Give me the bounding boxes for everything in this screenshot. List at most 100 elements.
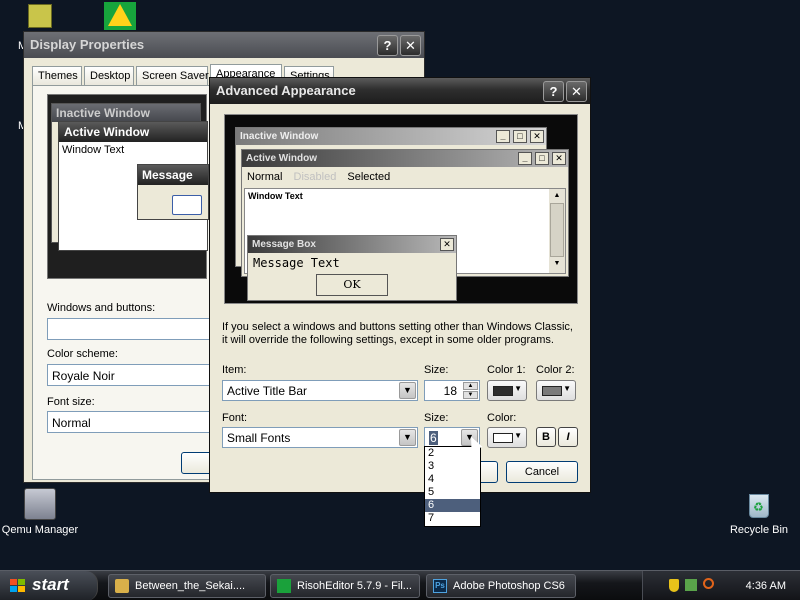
color2-picker[interactable]: ▼ xyxy=(536,380,576,401)
italic-button[interactable]: I xyxy=(558,427,578,447)
chevron-down-icon[interactable]: ▼ xyxy=(399,382,416,399)
color-scheme-select[interactable]: Royale Noir xyxy=(47,364,217,386)
desktop-icon-qemu[interactable]: Qemu Manager xyxy=(0,488,80,536)
windows-buttons-select[interactable] xyxy=(47,318,217,340)
desktop-icon-label: Qemu Manager xyxy=(1,524,79,536)
font-select[interactable]: Small Fonts ▼ xyxy=(222,427,418,448)
chevron-down-icon: ▼ xyxy=(514,384,522,393)
preview-scrollbar: ▲ ▼ xyxy=(549,189,565,273)
preview-window-text: Window Text xyxy=(62,144,125,156)
taskbar-button-risoheditor[interactable]: RisohEditor 5.7.9 - Fil... xyxy=(270,574,420,598)
window-title: Display Properties xyxy=(30,37,145,52)
desktop-icon-label: Recycle Bin xyxy=(729,524,789,536)
preview-inactive-title: Inactive Window _ □ ✕ xyxy=(236,128,546,145)
preview-active-title: Active Window xyxy=(59,122,207,142)
info-text-line2: it will override the following settings,… xyxy=(222,334,554,346)
color-swatch xyxy=(493,433,513,443)
tab-screen-saver[interactable]: Screen Saver xyxy=(136,66,209,86)
close-button[interactable]: ✕ xyxy=(566,81,587,102)
search-icon[interactable] xyxy=(703,578,714,589)
taskbar-button-between[interactable]: Between_the_Sekai.... xyxy=(108,574,266,598)
advanced-appearance-titlebar[interactable]: Advanced Appearance ? ✕ xyxy=(210,78,590,104)
security-shield-icon[interactable] xyxy=(669,579,679,592)
photoshop-icon: Ps xyxy=(433,579,447,593)
close-icon: ✕ xyxy=(440,238,454,251)
item-label: Item: xyxy=(222,364,247,376)
font-label: Font: xyxy=(222,412,248,424)
chevron-down-icon: ▼ xyxy=(563,384,571,393)
display-properties-titlebar[interactable]: Display Properties ? ✕ xyxy=(24,32,424,58)
dropdown-option[interactable]: 4 xyxy=(425,473,480,486)
taskbar-button-label: RisohEditor 5.7.9 - Fil... xyxy=(297,580,412,592)
preview-menu-bar: Normal Disabled Selected xyxy=(242,167,568,187)
font-size-select[interactable]: Normal xyxy=(47,411,217,433)
preview-menu-normal: Normal xyxy=(247,171,283,183)
windows-buttons-label: Windows and buttons: xyxy=(47,302,156,314)
scroll-thumb xyxy=(550,203,564,257)
start-label: start xyxy=(32,575,69,594)
item-value: Active Title Bar xyxy=(227,384,308,398)
taskbar-button-photoshop[interactable]: Ps Adobe Photoshop CS6 xyxy=(426,574,576,598)
color-swatch xyxy=(542,386,562,396)
close-button[interactable]: ✕ xyxy=(400,35,421,56)
network-icon[interactable] xyxy=(685,579,697,591)
close-icon: ✕ xyxy=(530,130,544,143)
font-value: Small Fonts xyxy=(227,431,291,445)
font-color-picker[interactable]: ▼ xyxy=(487,427,527,448)
preview-msgbox-title: Message Box ✕ xyxy=(248,236,456,253)
font-size-label: Size: xyxy=(424,412,449,424)
taskbar-button-label: Between_the_Sekai.... xyxy=(135,580,246,592)
appearance-preview: Inactive Window Active Window Window Tex… xyxy=(47,94,209,279)
color-scheme-label: Color scheme: xyxy=(47,348,118,360)
dropdown-option[interactable]: 3 xyxy=(425,460,480,473)
font-color-label: Color: xyxy=(487,412,517,424)
desktop-icon-recycle-bin[interactable]: ♻ Recycle Bin xyxy=(719,488,799,536)
qemu-icon xyxy=(24,488,56,520)
risoheditor-icon xyxy=(277,579,291,593)
chevron-down-icon[interactable]: ▼ xyxy=(399,429,416,446)
maximize-icon: □ xyxy=(513,130,527,143)
color1-label: Color 1: xyxy=(487,364,526,376)
cancel-button[interactable]: Cancel xyxy=(506,461,578,483)
dropdown-option[interactable]: 7 xyxy=(425,512,480,525)
maximize-icon: □ xyxy=(535,152,549,165)
preview-active-title: Active Window _ □ ✕ xyxy=(242,150,568,167)
spin-down-icon[interactable]: ▼ xyxy=(463,391,478,399)
font-size-value: 6 xyxy=(429,431,438,445)
minimize-icon: _ xyxy=(496,130,510,143)
preview-message-window: Message xyxy=(137,164,209,220)
window-title: Advanced Appearance xyxy=(216,83,356,98)
font-size-dropdown[interactable]: 2 3 4 5 6 7 xyxy=(424,446,481,527)
system-tray: 4:36 AM xyxy=(642,571,800,600)
desktop-app-icon[interactable] xyxy=(28,4,52,28)
help-button[interactable]: ? xyxy=(543,81,564,102)
size-spinner[interactable]: 18 ▲ ▼ xyxy=(424,380,480,401)
advanced-appearance-window: Advanced Appearance ? ✕ Inactive Window … xyxy=(209,77,591,493)
start-button[interactable]: start xyxy=(0,571,98,600)
color2-label: Color 2: xyxy=(536,364,575,376)
preview-ok-button: OK xyxy=(316,274,388,296)
scroll-down-icon: ▼ xyxy=(553,260,561,267)
color-swatch xyxy=(493,386,513,396)
chevron-down-icon: ▼ xyxy=(514,431,522,440)
risoheditor-desktop-icon[interactable] xyxy=(104,2,136,30)
clock[interactable]: 4:36 AM xyxy=(746,571,786,600)
preview-menu-selected: Selected xyxy=(347,171,391,183)
item-select[interactable]: Active Title Bar ▼ xyxy=(222,380,418,401)
bold-button[interactable]: B xyxy=(536,427,556,447)
preview-menu-disabled: Disabled xyxy=(293,171,337,183)
preview-message-text: Message Text xyxy=(253,256,340,270)
color1-picker[interactable]: ▼ xyxy=(487,380,527,401)
tab-desktop[interactable]: Desktop xyxy=(84,66,134,86)
info-text-line1: If you select a windows and buttons sett… xyxy=(222,321,573,333)
windows-logo-icon xyxy=(10,579,26,593)
size-label: Size: xyxy=(424,364,449,376)
tab-themes[interactable]: Themes xyxy=(32,66,82,86)
taskbar-button-label: Adobe Photoshop CS6 xyxy=(453,580,565,592)
dropdown-option-selected[interactable]: 6 xyxy=(425,499,480,512)
appearance-preview: Inactive Window _ □ ✕ Active Window _ □ … xyxy=(224,114,578,304)
dropdown-option[interactable]: 5 xyxy=(425,486,480,499)
help-button[interactable]: ? xyxy=(377,35,398,56)
spin-up-icon[interactable]: ▲ xyxy=(463,382,478,390)
font-size-label: Font size: xyxy=(47,396,95,408)
